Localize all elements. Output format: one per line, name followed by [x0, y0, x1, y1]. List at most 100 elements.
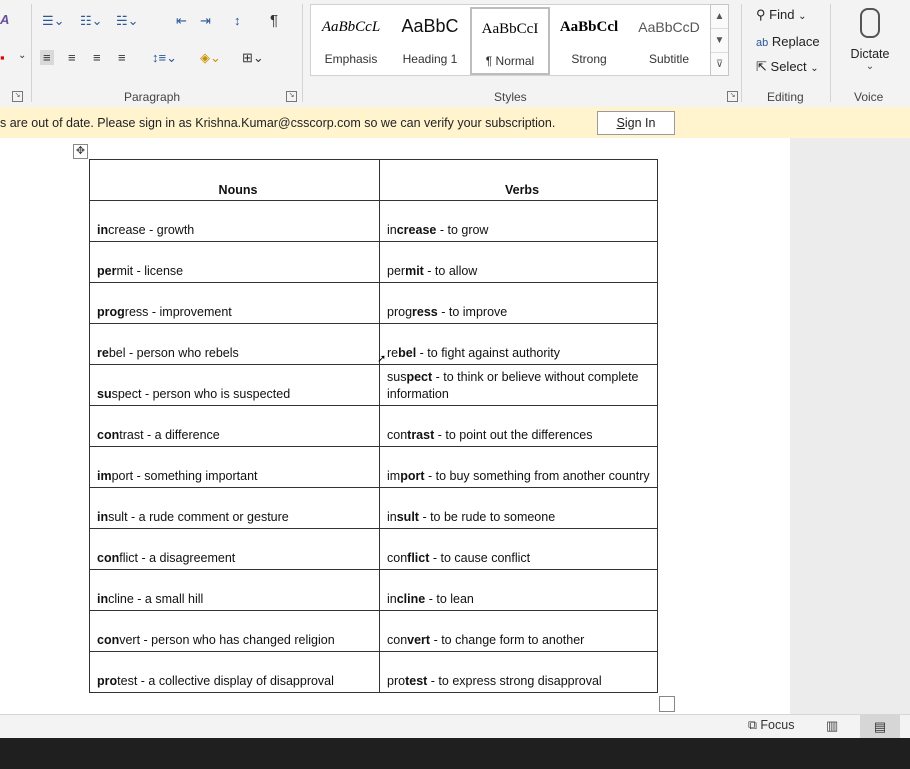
verb-cell[interactable]: insult - to be rude to someone [379, 487, 658, 529]
read-mode-icon[interactable]: ▥ [826, 718, 838, 734]
align-center-icon[interactable]: ≡ [68, 50, 76, 65]
stressed-syllable: in [97, 510, 109, 524]
style-strong[interactable]: AaBbCcl Strong [551, 5, 627, 73]
decrease-indent-icon[interactable]: ⇤ [176, 13, 187, 29]
bullets-icon[interactable]: ☰⌄ [42, 13, 65, 29]
more-styles-icon[interactable]: ⊽ [711, 53, 728, 76]
verb-definition: - to allow [423, 264, 478, 278]
message-text: s are out of date. Please sign in as Kri… [0, 116, 556, 130]
noun-cell[interactable]: progress - improvement [89, 282, 380, 324]
font-dropdown-icon[interactable]: ⌄ [18, 50, 26, 61]
paragraph-dialog-launcher-icon[interactable]: ↘ [286, 91, 297, 102]
styles-group-label: Styles [494, 90, 527, 104]
style-heading-1[interactable]: AaBbC Heading 1 [392, 5, 468, 73]
borders-icon[interactable]: ⊞⌄ [242, 50, 264, 66]
chevron-down-icon[interactable]: ▼ [711, 29, 728, 53]
noun-rest: trast - a difference [119, 428, 220, 442]
style-preview: AaBbCcD [638, 19, 700, 35]
stressed-syllable: port [400, 469, 425, 483]
chevron-down-icon: ⌄ [798, 11, 807, 22]
noun-cell[interactable]: protest - a collective display of disapp… [89, 651, 380, 693]
verb-cell[interactable]: permit - to allow [379, 241, 658, 283]
font-color-red-icon[interactable]: ▪ [0, 50, 5, 65]
verb-cell[interactable]: rebel - to fight against authority [379, 323, 658, 365]
stressed-syllable: re [97, 346, 109, 360]
noun-rest: bel - person who rebels [108, 346, 239, 360]
noun-cell[interactable]: increase - growth [89, 200, 380, 242]
increase-indent-icon[interactable]: ⇥ [200, 13, 211, 29]
verb-prefix: in [387, 510, 397, 524]
verb-cell[interactable]: import - to buy something from another c… [379, 446, 658, 488]
text-effects-icon[interactable]: A [0, 12, 9, 27]
styles-scroll[interactable]: ▲ ▼ ⊽ [710, 4, 729, 76]
noun-cell[interactable]: convert - person who has changed religio… [89, 610, 380, 652]
style-emphasis[interactable]: AaBbCcL Emphasis [313, 5, 389, 73]
noun-cell[interactable]: conflict - a disagreement [89, 528, 380, 570]
table-move-handle-icon[interactable]: ✥ [73, 144, 88, 159]
editing-group-label: Editing [767, 90, 804, 104]
verb-cell[interactable]: contrast - to point out the differences [379, 405, 658, 447]
style-preview: AaBbCcI [481, 21, 539, 37]
focus-label: Focus [760, 718, 795, 732]
header-verbs[interactable]: Verbs [379, 159, 658, 201]
verb-cell[interactable]: incline - to lean [379, 569, 658, 611]
font-dialog-launcher-icon[interactable]: ↘ [12, 91, 23, 102]
verb-cell[interactable]: progress - to improve [379, 282, 658, 324]
verb-definition: - to cause conflict [429, 551, 531, 565]
microphone-icon [860, 8, 880, 38]
print-layout-icon[interactable]: ▤ [860, 715, 900, 739]
verb-definition: - to point out the differences [434, 428, 593, 442]
line-spacing-icon[interactable]: ↕≡⌄ [152, 50, 177, 66]
align-right-icon[interactable]: ≡ [93, 50, 101, 65]
pilcrow-icon[interactable]: ¶ [270, 12, 278, 29]
style-subtitle[interactable]: AaBbCcD Subtitle [631, 5, 707, 73]
styles-dialog-launcher-icon[interactable]: ↘ [727, 91, 738, 102]
chevron-up-icon[interactable]: ▲ [711, 5, 728, 29]
replace-button[interactable]: ab Replace [756, 34, 820, 49]
document-page[interactable]: ✥ Nouns Verbs increase - growth increase … [0, 138, 790, 714]
verb-cell[interactable]: protest - to express strong disapproval [379, 651, 658, 693]
find-label: Find [769, 7, 795, 22]
verb-cell[interactable]: conflict - to cause conflict [379, 528, 658, 570]
noun-cell[interactable]: rebel - person who rebels [89, 323, 380, 365]
numbering-icon[interactable]: ☷⌄ [80, 13, 103, 29]
style-normal[interactable]: AaBbCcI ¶ Normal [470, 7, 550, 75]
verb-prefix: con [387, 551, 408, 565]
table-row: permit - license permit - to allow [89, 241, 658, 283]
noun-cell[interactable]: import - something important [89, 446, 380, 488]
stressed-syllable: pect [406, 370, 433, 384]
justify-icon[interactable]: ≡ [118, 50, 126, 65]
multilevel-list-icon[interactable]: ☵⌄ [116, 13, 139, 29]
dictate-button[interactable]: Dictate ⌄ [841, 6, 899, 81]
shading-icon[interactable]: ◈⌄ [200, 50, 221, 66]
verb-cell[interactable]: convert - to change form to another [379, 610, 658, 652]
select-button[interactable]: ⇱ Select ⌄ [756, 59, 819, 75]
verb-cell[interactable]: increase - to grow [379, 200, 658, 242]
stressed-syllable: crease [396, 223, 437, 237]
table-header-row: Nouns Verbs [89, 159, 658, 201]
verb-cell[interactable]: suspect - to think or believe without co… [379, 364, 658, 406]
noun-cell[interactable]: suspect - person who is suspected [89, 364, 380, 406]
sort-icon[interactable]: ↕ [234, 13, 241, 28]
header-nouns[interactable]: Nouns [89, 159, 380, 201]
noun-rest: crease - growth [108, 223, 195, 237]
align-left-icon[interactable]: ≡ [40, 50, 54, 65]
noun-cell[interactable]: contrast - a difference [89, 405, 380, 447]
focus-button[interactable]: ⧉ Focus [748, 718, 794, 733]
stressed-syllable: sult [396, 510, 419, 524]
table-resize-handle[interactable] [659, 696, 675, 712]
vocabulary-table[interactable]: Nouns Verbs increase - growth increase - … [89, 159, 658, 693]
noun-cell[interactable]: permit - license [89, 241, 380, 283]
style-name: Subtitle [648, 52, 690, 66]
noun-cell[interactable]: insult - a rude comment or gesture [89, 487, 380, 529]
verb-prefix: prog [387, 305, 413, 319]
sign-in-button[interactable]: Sign In [597, 111, 675, 135]
stressed-syllable: per [97, 264, 117, 278]
stressed-syllable: con [97, 633, 120, 647]
style-name: Emphasis [324, 52, 378, 66]
noun-cell[interactable]: incline - a small hill [89, 569, 380, 611]
table-row: insult - a rude comment or gesture insult… [89, 487, 658, 529]
stressed-syllable: im [97, 469, 112, 483]
row-select-cursor-icon: ➚ [377, 353, 387, 365]
find-button[interactable]: ⚲ Find ⌄ [756, 7, 806, 23]
